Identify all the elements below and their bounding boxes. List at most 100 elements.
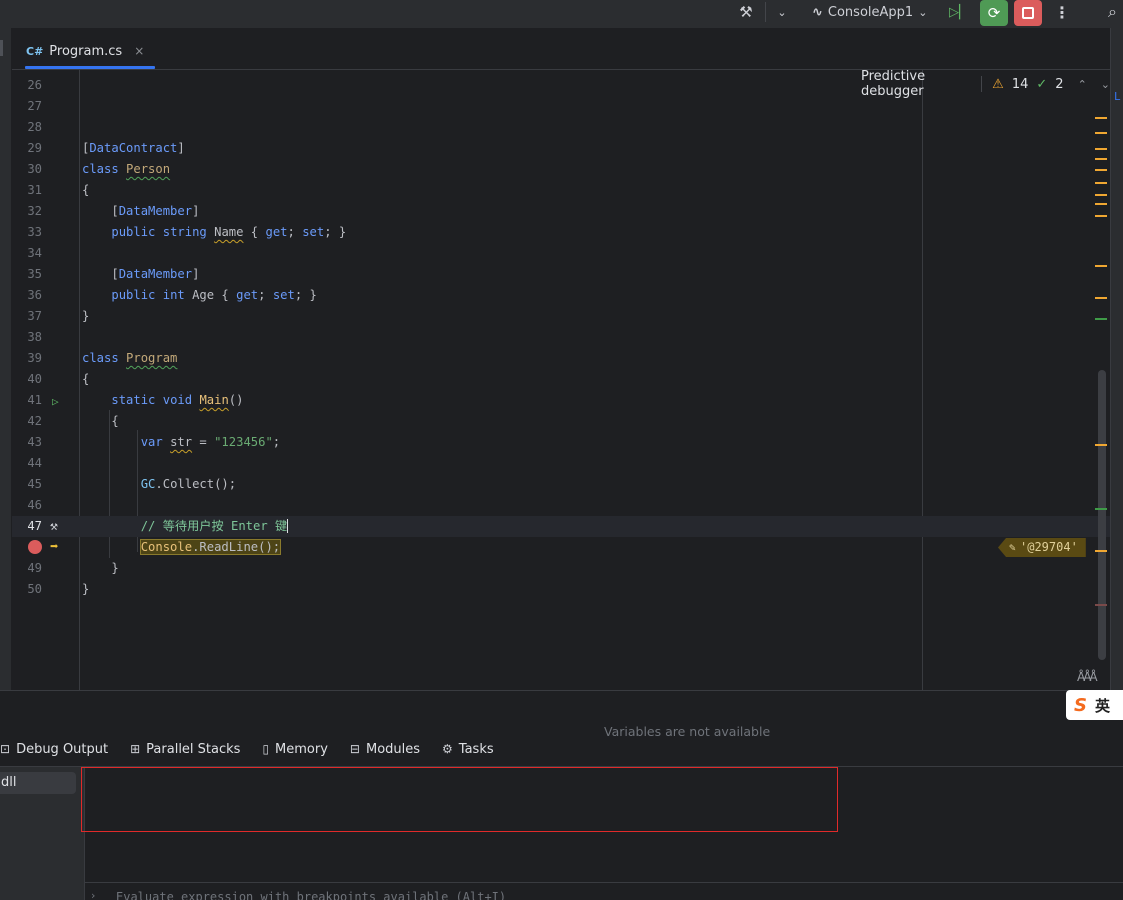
warning-marker[interactable] [1095,550,1107,552]
tab-modules[interactable]: ⊟ Modules [350,742,420,757]
warning-marker[interactable] [1095,194,1107,196]
inline-value-hint[interactable]: ✎ '@29704' [998,538,1086,557]
line-number: 37 [27,309,42,323]
tab-debug-output[interactable]: ⊡ Debug Output [0,742,108,757]
code-line[interactable]: 27 [12,96,1110,117]
code-line[interactable]: ➡ Console.ReadLine(); [12,537,1110,558]
warning-marker[interactable] [1095,148,1107,150]
breakpoint-icon[interactable] [28,540,42,554]
code-line[interactable]: 34 [12,243,1110,264]
warning-marker[interactable] [1095,182,1107,184]
code-line[interactable]: 39 class Program [12,348,1110,369]
hammer-icon[interactable]: ⚒ [50,516,58,537]
tab-memory[interactable]: ▯ Memory [262,742,327,757]
code-line[interactable]: 50} [12,579,1110,600]
code-text: public int Age { get; set; } [111,288,317,302]
code-line[interactable]: 35 [DataMember] [12,264,1110,285]
line-number: 50 [27,582,42,596]
code-line[interactable]: 46 [12,495,1110,516]
search-icon[interactable]: ⌕ [1102,0,1123,24]
line-number: 45 [27,477,42,491]
stop-icon [1022,7,1034,19]
dotnet-logo-icon: ∿ [812,4,823,20]
hot-reload-button[interactable]: ⟳ [980,0,1008,26]
build-options-chevron-icon[interactable]: ⌄ [772,0,792,24]
resume-button[interactable]: ▷▏ [946,0,972,24]
chevron-down-icon: ⌄ [918,5,928,19]
ime-language-label: 英 [1094,696,1110,715]
execution-highlight: Console.ReadLine(); [139,539,282,555]
editor-tab-bar: C# Program.cs × [12,28,1110,70]
info-marker[interactable] [1095,318,1107,320]
warning-marker[interactable] [1095,297,1107,299]
current-code-line[interactable]: 47 ⚒ // 等待用户按 Enter 键 [12,516,1110,537]
line-number: 40 [27,372,42,386]
code-line[interactable]: 49 } [12,558,1110,579]
more-actions-icon[interactable]: ⋮ [1052,0,1072,24]
code-line[interactable]: 43 var str = "123456"; [12,432,1110,453]
left-tool-strip [0,28,12,690]
tab-parallel-stacks[interactable]: ⊞ Parallel Stacks [130,742,240,757]
warning-marker[interactable] [1095,158,1107,160]
code-line[interactable]: 37} [12,306,1110,327]
frames-list: dll [0,767,85,900]
predict-value-icon: ✎ [1009,541,1016,554]
code-line[interactable]: 41 ▷ static void Main() [12,390,1110,411]
warning-marker[interactable] [1095,132,1107,134]
input-method-indicator[interactable]: S 英 [1066,690,1123,720]
memory-chip-icon: ▯ [262,742,270,756]
line-number: 42 [27,414,42,428]
warning-marker[interactable] [1095,265,1107,267]
code-line[interactable]: 40 { [12,369,1110,390]
code-line[interactable]: 31 { [12,180,1110,201]
right-tool-strip: L [1110,28,1123,690]
code-text: class Person [82,162,171,176]
terminal-icon: ⊡ [0,742,11,756]
right-strip-tab[interactable]: L [1114,90,1121,103]
tab-program-cs[interactable]: C# Program.cs × [25,40,144,62]
code-text: [DataMember] [82,204,200,218]
stop-button[interactable] [1014,0,1042,26]
frame-item[interactable]: dll [0,772,76,794]
run-configuration-selector[interactable]: ∿ ConsoleApp1 ⌄ [812,0,938,24]
code-line[interactable]: 28 [12,117,1110,138]
line-number: 43 [27,435,42,449]
inline-value-text: '@29704' [1020,540,1078,554]
line-number: 31 [27,183,42,197]
warning-marker[interactable] [1095,117,1107,119]
editor-scrollbar[interactable] [1098,370,1106,660]
chevron-right-icon: › [91,889,96,900]
tab-tasks[interactable]: ⚙ Tasks [442,742,494,757]
code-line[interactable]: 38 [12,327,1110,348]
line-number: 46 [27,498,42,512]
line-number: 30 [27,162,42,176]
build-hammer-icon[interactable]: ⚒ [734,0,758,24]
code-text: { [82,183,90,197]
code-line[interactable]: 26 [12,75,1110,96]
line-number: 47 [27,519,42,533]
tab-label: Memory [275,741,328,757]
close-tab-icon[interactable]: × [134,44,144,58]
code-line[interactable]: 32 [DataMember] [12,201,1110,222]
breakpoint-marker[interactable] [1095,604,1107,606]
code-line[interactable]: 33 public string Name { get; set; } [12,222,1110,243]
variables-message-text: Variables are not available [604,724,771,739]
code-line[interactable]: 42 { [12,411,1110,432]
code-line[interactable]: 44 [12,453,1110,474]
code-line[interactable]: 45 GC.Collect(); [12,474,1110,495]
info-marker[interactable] [1095,508,1107,510]
warning-marker[interactable] [1095,215,1107,217]
warning-marker[interactable] [1095,169,1107,171]
code-line[interactable]: 36 public int Age { get; set; } [12,285,1110,306]
run-method-icon[interactable]: ▷ [52,391,59,412]
line-number: 34 [27,246,42,260]
evaluate-expression-field[interactable]: › Evaluate expression with breakpoints a… [85,882,1123,900]
warning-marker[interactable] [1095,203,1107,205]
code-line[interactable]: 29 [DataContract] [12,138,1110,159]
code-line[interactable]: 30 class Person [12,159,1110,180]
reader-mode-icon[interactable]: ÅÅÅ [1077,670,1098,684]
code-text: static void Main() [111,393,244,407]
code-editor[interactable]: Predictive debugger ⚠ 14 ✓ 2 ⌃ ⌄ 26 27 2… [12,70,1110,690]
warning-marker[interactable] [1095,444,1107,446]
line-number: 35 [27,267,42,281]
